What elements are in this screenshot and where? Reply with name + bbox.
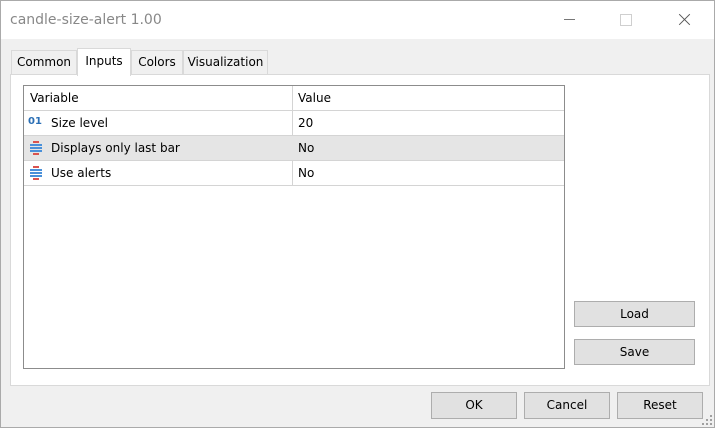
variable-name: Displays only last bar [51,141,180,155]
column-header-variable: Variable [30,91,79,105]
load-button[interactable]: Load [574,301,695,327]
inputs-panel: Variable Value 01 Size level 20 Displays… [10,74,710,386]
tab-visualization[interactable]: Visualization [183,50,268,74]
variable-value[interactable]: No [298,161,314,185]
cancel-button[interactable]: Cancel [524,392,610,419]
integer-icon: 01 [28,116,42,127]
dialog-window: candle-size-alert 1.00 Common Inputs Col… [0,0,715,428]
enum-icon [30,141,42,155]
enum-icon [30,166,42,180]
save-button[interactable]: Save [574,339,695,365]
column-header-value: Value [298,91,331,105]
variable-value[interactable]: 20 [298,111,313,135]
maximize-button[interactable] [602,1,648,39]
close-button[interactable] [660,1,706,39]
tab-colors[interactable]: Colors [131,50,183,74]
ok-button[interactable]: OK [431,392,517,419]
inputs-grid: Variable Value 01 Size level 20 Displays… [23,85,565,369]
table-row[interactable]: Displays only last bar No [24,136,564,161]
table-row[interactable]: 01 Size level 20 [24,111,564,136]
variable-value[interactable]: No [298,136,314,160]
tab-inputs[interactable]: Inputs [77,48,131,76]
variable-name: Use alerts [51,166,112,180]
minimize-button[interactable] [546,1,592,39]
table-row[interactable]: Use alerts No [24,161,564,186]
variable-name: Size level [51,116,108,130]
reset-button[interactable]: Reset [617,392,703,419]
resize-grip-icon[interactable] [702,415,712,425]
window-title: candle-size-alert 1.00 [10,12,162,28]
grid-header: Variable Value [24,86,564,111]
title-bar: candle-size-alert 1.00 [1,1,714,39]
tab-common[interactable]: Common [11,50,77,74]
